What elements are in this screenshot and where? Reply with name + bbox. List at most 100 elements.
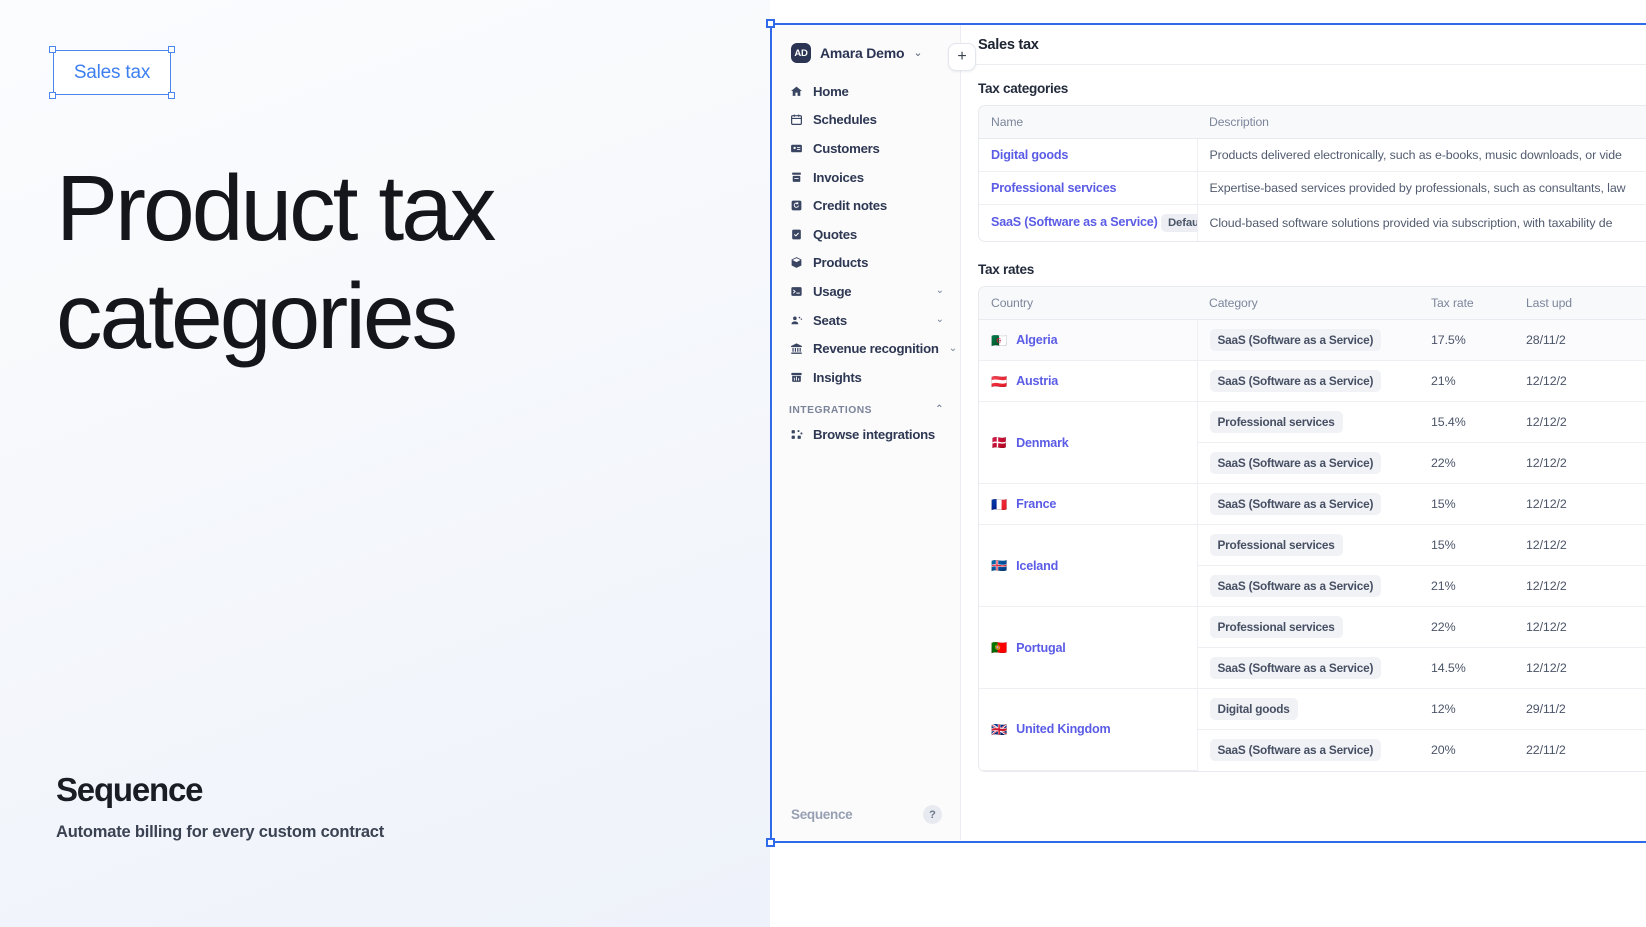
last-updated-cell: 12/12/2 [1514,360,1646,402]
help-icon[interactable]: ? [923,805,942,824]
sidebar-item-invoices[interactable]: Invoices [781,163,952,192]
column-header-country[interactable]: Country [979,287,1197,320]
sidebar-item-products[interactable]: Products [781,249,952,278]
table-row[interactable]: 🇦🇹 Austria SaaS (Software as a Service) … [979,360,1646,402]
table-row[interactable]: Professional services Expertise-based se… [979,171,1646,205]
selection-label-box[interactable]: Sales tax [53,50,171,95]
category-name-cell: Professional services [979,171,1198,205]
sidebar-item-label: Invoices [813,169,864,185]
selection-label-group[interactable]: Sales tax [49,46,175,99]
credit-note-icon [789,199,803,213]
country-link[interactable]: France [1016,497,1056,511]
table-row[interactable]: 🇩🇰 Denmark Professional services 15.4% 1… [979,401,1646,484]
tax-rates-table-wrap: Country Category Tax rate Last upd 🇩🇿 Al… [978,286,1646,772]
table-row[interactable]: 🇩🇿 Algeria SaaS (Software as a Service) … [979,319,1646,361]
sidebar-item-home[interactable]: Home [781,77,952,106]
add-button[interactable]: + [948,43,976,71]
category-link[interactable]: Professional services [991,181,1117,195]
column-header-category[interactable]: Category [1197,287,1419,320]
sidebar-item-credit-notes[interactable]: Credit notes [781,191,952,220]
tax-rate-cell: 15.4% [1419,401,1514,443]
sidebar-item-customers[interactable]: Customers [781,134,952,163]
table-row[interactable]: 🇮🇸 Iceland Professional services 15% 12/… [979,524,1646,607]
category-cell: SaaS (Software as a Service) [1197,360,1419,402]
tax-rate-cell: 12% [1419,688,1514,730]
table-row[interactable]: 🇫🇷 France SaaS (Software as a Service) 1… [979,483,1646,525]
sidebar-section-integrations[interactable]: INTEGRATIONS ⌃ [781,392,952,421]
category-name-cell: SaaS (Software as a Service) Default [979,204,1198,241]
column-header-tax-rate[interactable]: Tax rate [1419,287,1514,320]
status-badge: Default [1160,214,1196,232]
column-header-name[interactable]: Name [979,106,1197,139]
org-avatar: AD [791,43,811,63]
last-updated-cell: 12/12/2 [1514,647,1646,689]
sidebar-item-label: Credit notes [813,198,887,214]
table-row[interactable]: 🇬🇧 United Kingdom Digital goods 12% 29/1… [979,688,1646,771]
country-cell: 🇮🇸 Iceland [979,524,1198,607]
sidebar-item-seats[interactable]: Seats ⌄ [781,306,952,335]
table-header-row: Name Description [979,106,1646,139]
tax-rate-cell: 21% [1419,360,1514,402]
sidebar-item-quotes[interactable]: Quotes [781,220,952,249]
chevron-down-icon[interactable]: ⌄ [936,286,944,296]
column-header-description[interactable]: Description [1197,106,1646,139]
category-link[interactable]: SaaS (Software as a Service) [991,215,1158,229]
flag-icon: 🇫🇷 [991,496,1008,512]
category-chip: SaaS (Software as a Service) [1209,575,1382,597]
chevron-down-icon[interactable]: ⌄ [949,343,957,354]
sidebar-item-insights[interactable]: Insights [781,363,952,392]
country-link[interactable]: Austria [1016,374,1058,388]
last-updated-cell: 22/11/2 [1526,743,1566,757]
sidebar-item-schedules[interactable]: Schedules [781,106,952,135]
country-cell: 🇩🇿 Algeria [979,319,1198,361]
last-updated-cell: 12/12/2 [1514,565,1646,607]
country-link[interactable]: Iceland [1016,559,1058,573]
chevron-up-icon[interactable]: ⌃ [935,405,944,415]
resize-handle-bottom-left[interactable] [49,92,56,99]
main-content: Sales tax Tax categories Name Descriptio… [961,25,1646,840]
country-link[interactable]: Denmark [1016,436,1069,450]
tax-categories-table-wrap: Name Description Digital goods Products … [978,105,1646,242]
category-chip: Professional services [1209,616,1343,638]
org-name: Amara Demo [820,45,905,61]
table-row[interactable]: Digital goods Products delivered electro… [979,138,1646,172]
table-row[interactable]: SaaS (Software as a Service) Default Clo… [979,204,1646,241]
category-chip: Professional services [1209,411,1343,433]
sidebar-item-label: Products [813,255,869,271]
flag-icon: 🇮🇸 [991,558,1008,573]
sidebar-item-label: Seats [813,312,847,328]
page-title: Sales tax [978,36,1039,53]
sidebar-item-label: Revenue recognition [813,341,939,357]
org-switcher[interactable]: AD Amara Demo ⌄ [773,25,960,63]
last-updated-cell: 12/12/2 [1514,442,1646,484]
sidebar-item-revenue-recognition[interactable]: Revenue recognition ⌄ [781,334,957,363]
resize-handle-top-right[interactable] [168,46,175,53]
column-header-last-updated[interactable]: Last upd [1514,287,1646,320]
category-chip: SaaS (Software as a Service) [1209,657,1382,679]
grid-dots-icon [789,428,803,442]
last-updated-cell: 12/12/2 [1514,606,1646,648]
sidebar-item-usage[interactable]: Usage ⌄ [781,277,952,306]
flag-icon: 🇦🇹 [991,373,1008,389]
country-link[interactable]: Algeria [1016,333,1057,347]
category-link[interactable]: Digital goods [991,148,1068,162]
last-updated-cell: 28/11/2 [1514,319,1646,361]
category-description-cell: Products delivered electronically, such … [1197,138,1646,172]
category-cell: SaaS (Software as a Service) [1197,483,1419,525]
tax-rate-cell: 22% [1419,442,1514,484]
country-link[interactable]: United Kingdom [1016,722,1111,736]
category-chip: SaaS (Software as a Service) [1209,493,1382,515]
resize-handle-top-left[interactable] [49,46,56,53]
promo-footer: Sequence Automate billing for every cust… [56,771,384,842]
last-updated-cell: 12/12/2 [1514,483,1646,525]
sidebar-item-label: Insights [813,369,862,385]
country-link[interactable]: Portugal [1016,641,1066,655]
table-row[interactable]: 🇵🇹 Portugal Professional services 22% 12… [979,606,1646,689]
sidebar-item-browse-integrations[interactable]: Browse integrations [781,421,952,450]
chevron-down-icon[interactable]: ⌄ [936,315,944,325]
category-cell: SaaS (Software as a Service) [1197,730,1419,771]
category-cell: SaaS (Software as a Service) [1197,647,1419,689]
resize-handle-bottom-right[interactable] [168,92,175,99]
sidebar-item-label: Usage [813,283,852,299]
terminal-icon [789,284,803,298]
